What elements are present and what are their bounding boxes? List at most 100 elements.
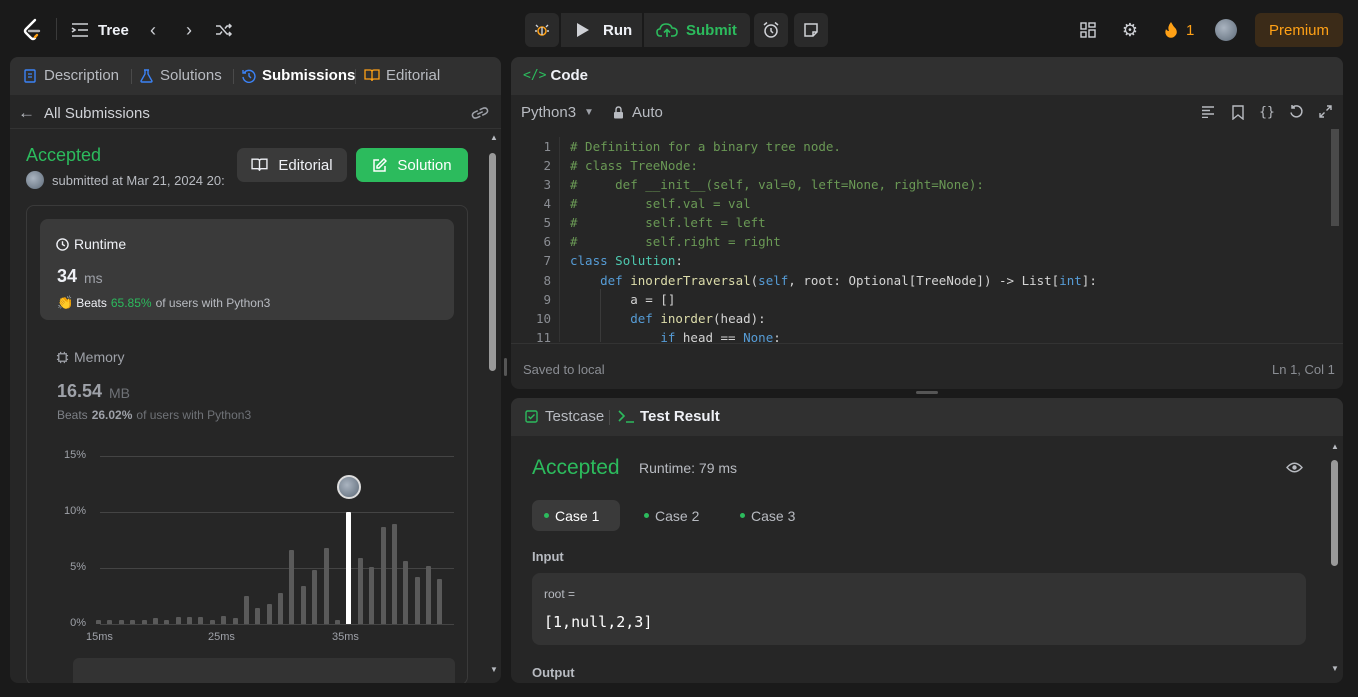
case-tab-3[interactable]: Case 3 [728, 500, 807, 531]
braces-icon[interactable]: {} [1258, 104, 1276, 120]
problem-list-icon[interactable] [70, 20, 90, 40]
input-box[interactable]: root = [1,null,2,3] [532, 573, 1306, 645]
code-brackets-icon: </> [523, 68, 547, 83]
chart-bar[interactable] [300, 585, 306, 624]
result-tab-bar: Testcase Test Result [511, 398, 1343, 436]
chart-bar[interactable] [312, 570, 318, 624]
submit-label: Submit [686, 22, 737, 39]
input-label: Input [532, 549, 564, 564]
chart-bar[interactable] [369, 566, 375, 624]
chart-y-tick-label: 5% [70, 561, 86, 573]
expand-icon[interactable] [1318, 104, 1333, 119]
chart-bar-your-submission[interactable] [346, 512, 352, 624]
premium-button[interactable]: Premium [1255, 13, 1343, 47]
code-line: if head == None: [660, 330, 781, 342]
chart-bar[interactable] [334, 619, 340, 624]
tab-test-result-label: Test Result [640, 408, 720, 425]
chart-bar[interactable] [323, 547, 329, 624]
chart-gridline [100, 568, 454, 569]
chart-bar[interactable] [243, 596, 249, 624]
result-scrollbar-thumb[interactable] [1331, 460, 1338, 566]
alarm-clock-icon [762, 21, 780, 39]
chart-bar[interactable] [391, 524, 397, 624]
chart-bar[interactable] [209, 619, 215, 624]
chart-bar[interactable] [187, 617, 193, 624]
chart-bar[interactable] [380, 526, 386, 624]
result-scrollbar[interactable]: ▲ ▼ [1329, 442, 1341, 678]
prev-problem-icon[interactable]: ‹ [145, 20, 161, 40]
result-runtime: Runtime: 79 ms [639, 460, 738, 476]
streak-count[interactable]: 1 [1186, 22, 1194, 39]
code-panel: </> Code Python3 ▼ Auto {} 1 2 3 4 5 6 7… [511, 57, 1343, 389]
run-label: Run [603, 22, 633, 39]
case-tab-label: Case 2 [655, 507, 700, 524]
chart-bar[interactable] [130, 619, 136, 624]
reset-icon[interactable] [1288, 103, 1305, 120]
fire-streak-icon[interactable] [1163, 20, 1179, 40]
problem-list-title[interactable]: Tree [98, 22, 129, 39]
checkbox-icon [525, 410, 538, 423]
chart-bar[interactable] [221, 616, 227, 624]
timer-button[interactable] [754, 13, 788, 47]
code-line: # Definition for a binary tree node. [570, 139, 841, 154]
tab-test-result[interactable]: Test Result [618, 408, 720, 425]
chart-bar[interactable] [232, 618, 238, 624]
bookmark-icon[interactable] [1230, 104, 1246, 120]
left-scrollbar-thumb[interactable] [489, 153, 496, 371]
auto-mode[interactable]: Auto [613, 104, 663, 121]
chart-bar[interactable] [141, 619, 147, 624]
top-bar: Tree ‹ › Run Submit ⚙ 1 Premium [0, 0, 1358, 56]
scroll-down-icon[interactable]: ▼ [490, 665, 498, 674]
case-tab-label: Case 3 [751, 507, 796, 524]
chart-bar[interactable] [164, 619, 170, 624]
code-scrollbar-thumb[interactable] [1331, 129, 1339, 226]
chart-bar[interactable] [426, 565, 432, 624]
cloud-upload-icon [656, 22, 678, 38]
chart-x-tick-label: 15ms [86, 631, 113, 643]
chart-bar[interactable] [118, 619, 124, 624]
next-problem-icon[interactable]: › [181, 20, 197, 40]
scroll-up-icon[interactable]: ▲ [1331, 442, 1339, 451]
run-button[interactable]: Run [561, 13, 642, 47]
format-icon[interactable] [1200, 104, 1216, 120]
eye-icon[interactable] [1285, 460, 1303, 474]
scroll-up-icon[interactable]: ▲ [490, 133, 498, 142]
case-pass-dot [544, 513, 549, 518]
chart-bar[interactable] [278, 592, 284, 624]
debug-button[interactable] [525, 13, 559, 47]
layout-grid-icon[interactable] [1079, 21, 1097, 39]
left-scrollbar[interactable]: ▲ ▼ [488, 133, 498, 681]
chart-bar[interactable] [255, 608, 261, 624]
shuffle-icon[interactable] [214, 20, 234, 40]
code-tab[interactable]: </> Code [523, 67, 588, 84]
user-avatar[interactable] [1215, 19, 1237, 41]
chart-bar[interactable] [96, 619, 101, 624]
settings-gear-icon[interactable]: ⚙ [1121, 20, 1139, 40]
chart-bar[interactable] [175, 617, 181, 624]
notes-button[interactable] [794, 13, 828, 47]
chart-bar[interactable] [266, 603, 272, 624]
chart-bar[interactable] [198, 617, 204, 624]
chart-bar[interactable] [357, 557, 363, 624]
submit-button[interactable]: Submit [644, 13, 750, 47]
case-tab-1[interactable]: Case 1 [532, 500, 620, 531]
lock-icon [614, 106, 623, 119]
tab-testcase[interactable]: Testcase [525, 408, 604, 425]
chart-user-avatar-marker [336, 475, 361, 499]
code-editor[interactable]: 1 2 3 4 5 6 7 8 9 10 11 # Definition for… [511, 137, 1331, 342]
line-number: 6 [543, 234, 551, 249]
scroll-down-icon[interactable]: ▼ [1331, 664, 1339, 673]
horizontal-resize-handle[interactable] [916, 391, 938, 394]
vertical-resize-handle[interactable] [504, 358, 507, 376]
chart-bar[interactable] [107, 619, 113, 624]
language-select[interactable]: Python3 ▼ [521, 104, 594, 121]
case-tab-2[interactable]: Case 2 [632, 500, 711, 531]
premium-label: Premium [1269, 22, 1330, 39]
chart-bar[interactable] [152, 618, 158, 624]
leetcode-logo-icon[interactable] [20, 17, 44, 43]
chart-bar[interactable] [414, 576, 420, 624]
code-scrollbar[interactable] [1329, 129, 1341, 341]
chart-bar[interactable] [437, 579, 443, 624]
chart-bar[interactable] [403, 561, 409, 624]
chart-bar[interactable] [289, 550, 295, 624]
